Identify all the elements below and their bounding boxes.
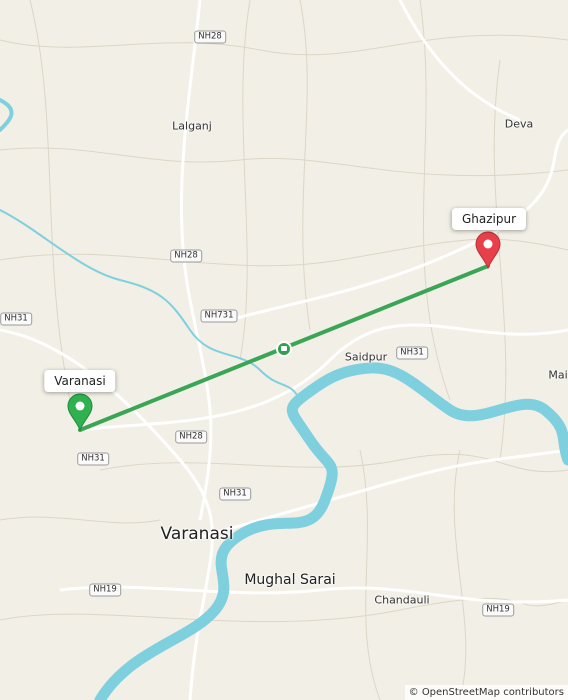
road-shield: NH31 — [77, 452, 109, 466]
road-shield: NH31 — [396, 346, 428, 360]
place-label-saidpur: Saidpur — [344, 350, 388, 364]
road-shield: NH28 — [194, 30, 226, 44]
place-label-deva: Deva — [504, 117, 534, 131]
map-base-layer — [0, 0, 568, 700]
place-label-lalganj: Lalganj — [172, 119, 212, 133]
place-label-mughal-sarai: Mughal Sarai — [244, 572, 336, 588]
road-shield: NH31 — [0, 312, 32, 326]
road-shield: NH19 — [482, 603, 514, 617]
copyright-symbol: © — [408, 687, 419, 698]
road-shield: NH19 — [89, 583, 121, 597]
place-label-mai: Mai — [548, 368, 568, 382]
end-marker-tooltip: Ghazipur — [451, 208, 527, 230]
place-label-varanasi-city: Varanasi — [160, 524, 234, 544]
map-attribution: © OpenStreetMap contributors — [404, 685, 568, 700]
osm-attribution-link[interactable]: OpenStreetMap contributors — [422, 687, 564, 698]
map-canvas[interactable]: Lalganj Deva Saidpur Varanasi Mughal Sar… — [0, 0, 568, 700]
road-shield: NH28 — [175, 430, 207, 444]
road-shield: NH31 — [219, 487, 251, 501]
road-shield: NH28 — [170, 249, 202, 263]
place-label-chandauli: Chandauli — [374, 593, 430, 607]
route-midpoint-icon — [276, 341, 292, 357]
road-shield: NH731 — [200, 309, 238, 323]
start-marker-tooltip: Varanasi — [44, 370, 116, 392]
